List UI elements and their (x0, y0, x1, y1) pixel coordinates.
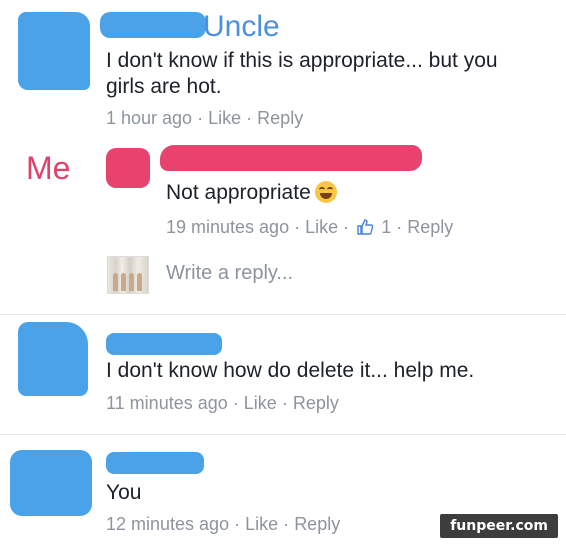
separator: · (246, 108, 253, 128)
write-reply-input[interactable]: Write a reply... (166, 262, 293, 285)
divider (0, 314, 566, 315)
comment-meta: 12 minutes ago · Like · Reply (106, 514, 340, 535)
timestamp: 11 minutes ago (106, 393, 228, 413)
reply-link[interactable]: Reply (257, 108, 303, 128)
timestamp: 12 minutes ago (106, 514, 230, 534)
separator: · (197, 108, 204, 128)
name-overlay-me: Me (26, 150, 71, 186)
separator: · (343, 217, 350, 237)
reply-link[interactable]: Reply (294, 514, 340, 534)
name-overlay-uncle: Uncle (203, 10, 280, 43)
thumbs-up-icon (356, 218, 374, 241)
like-count: 1 (381, 217, 392, 237)
comment-text-body: Not appropriate (166, 181, 311, 204)
timestamp: 1 hour ago (106, 108, 193, 128)
comment-text: I don't know if this is appropriate... b… (106, 48, 498, 100)
comment-text: I don't know how do delete it... help me… (106, 359, 475, 382)
like-link[interactable]: Like (305, 217, 338, 237)
comment-text: You (106, 481, 142, 504)
separator: · (232, 393, 239, 413)
name-redaction (100, 12, 206, 38)
reply-link[interactable]: Reply (407, 217, 453, 237)
comment-meta: 1 hour ago · Like · Reply (106, 108, 303, 129)
comment-text-line: girls are hot. (106, 75, 222, 98)
name-redaction (160, 145, 422, 171)
comment-meta: 19 minutes ago · Like · 1 · Reply (166, 217, 453, 241)
user-avatar-photo (107, 256, 149, 294)
comment-text-line: I don't know if this is appropriate... b… (106, 49, 498, 72)
avatar-redaction (18, 12, 90, 90)
like-link[interactable]: Like (244, 393, 277, 413)
name-redaction (106, 452, 204, 474)
comment-text: Not appropriate (166, 180, 337, 206)
divider (0, 434, 566, 435)
comment-meta: 11 minutes ago · Like · Reply (106, 393, 339, 414)
separator: · (283, 514, 290, 534)
name-redaction (106, 333, 222, 355)
laughing-emoji-icon (314, 181, 337, 203)
separator: · (234, 514, 241, 534)
separator: · (396, 217, 403, 237)
reply-link[interactable]: Reply (293, 393, 339, 413)
watermark-badge: funpeer.com (440, 514, 558, 538)
avatar-redaction (10, 450, 92, 516)
avatar-redaction (18, 322, 88, 396)
avatar-redaction (106, 148, 150, 188)
timestamp: 19 minutes ago (166, 217, 290, 237)
like-link[interactable]: Like (245, 514, 278, 534)
separator: · (294, 217, 301, 237)
like-link[interactable]: Like (208, 108, 241, 128)
separator: · (281, 393, 288, 413)
